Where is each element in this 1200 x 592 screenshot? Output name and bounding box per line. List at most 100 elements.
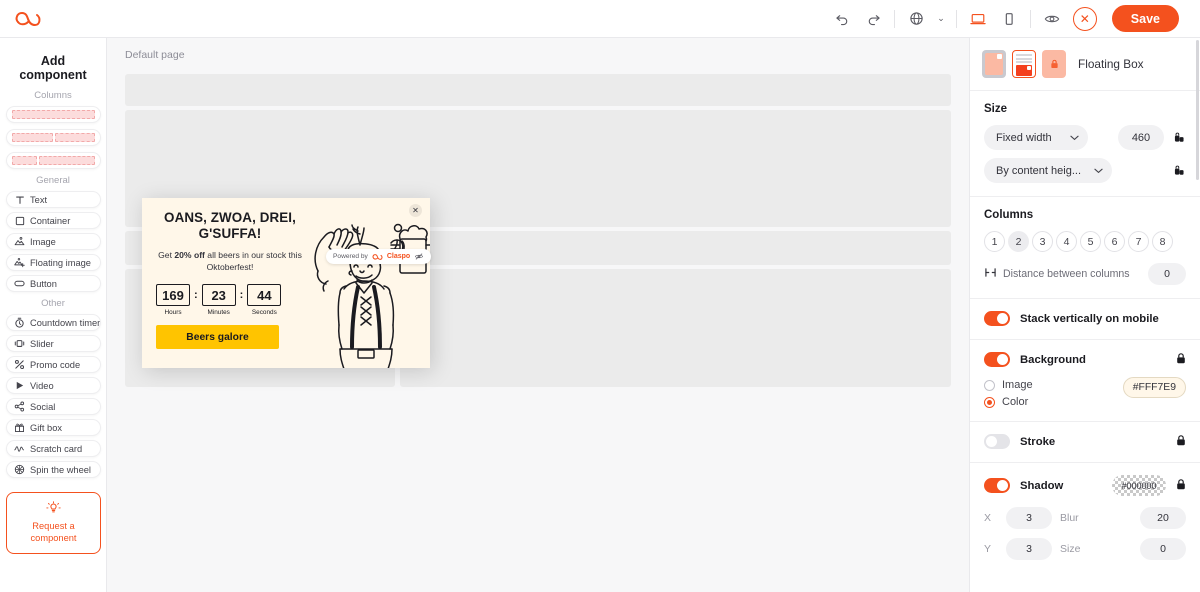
redo-button[interactable] xyxy=(861,7,885,31)
properties-title: Floating Box xyxy=(1078,57,1144,71)
columns-section: Columns 1 2 3 4 5 6 7 8 Distance between… xyxy=(970,197,1200,299)
sidebar-item-label: Scratch card xyxy=(30,443,83,454)
popup-subtext-bold: 20% off xyxy=(174,250,205,260)
column-template-2-narrow-wide[interactable] xyxy=(6,152,101,169)
columns-option-1[interactable]: 1 xyxy=(984,231,1005,252)
width-mode-select[interactable]: Fixed width xyxy=(984,125,1088,150)
device-tab-overlay[interactable] xyxy=(982,50,1006,78)
request-component-button[interactable]: Request a component xyxy=(6,492,101,554)
sidebar-item-social[interactable]: Social xyxy=(6,398,101,415)
sidebar-item-text[interactable]: Text xyxy=(6,191,101,208)
distance-columns-input[interactable]: 0 xyxy=(1148,263,1186,285)
shadow-field-label-blur: Blur xyxy=(1060,512,1079,524)
popup-heading-line1: OANS, ZWOA, DREI, xyxy=(164,210,296,225)
columns-option-4[interactable]: 4 xyxy=(1056,231,1077,252)
preview-button[interactable] xyxy=(1040,7,1064,31)
width-value-input[interactable]: 460 xyxy=(1118,125,1164,150)
countdown-label: Minutes xyxy=(207,309,230,316)
background-lock-icon[interactable] xyxy=(1176,352,1186,367)
language-button[interactable] xyxy=(904,7,928,31)
close-editor-button[interactable]: ✕ xyxy=(1072,6,1097,31)
mobile-view-button[interactable] xyxy=(997,7,1021,31)
shadow-field-input-blur[interactable]: 20 xyxy=(1140,507,1186,529)
editor-canvas[interactable]: Default page ✕ OANS, ZWOA, DREI, G'SUFFA… xyxy=(107,38,969,592)
columns-option-7[interactable]: 7 xyxy=(1128,231,1149,252)
popup-close-icon[interactable]: ✕ xyxy=(409,204,422,217)
shadow-field-label-size: Size xyxy=(1060,543,1081,555)
social-icon xyxy=(14,401,25,412)
shadow-field-input-x[interactable]: 3 xyxy=(1006,507,1052,529)
columns-option-3[interactable]: 3 xyxy=(1032,231,1053,252)
background-option-color[interactable]: Color xyxy=(984,396,1123,408)
background-radio-image[interactable] xyxy=(984,379,995,391)
canvas-block-1[interactable] xyxy=(125,74,951,106)
floating-box-popup[interactable]: ✕ OANS, ZWOA, DREI, G'SUFFA! Get 20% off… xyxy=(142,198,430,368)
columns-section-title: Columns xyxy=(984,209,1034,221)
sidebar-item-spin-the-wheel[interactable]: Spin the wheel xyxy=(6,461,101,478)
device-tab-locked[interactable] xyxy=(1042,50,1066,78)
columns-option-2[interactable]: 2 xyxy=(1008,231,1029,252)
shadow-field-input-size[interactable]: 0 xyxy=(1140,538,1186,560)
sidebar-item-video[interactable]: Video xyxy=(6,377,101,394)
sidebar-item-container[interactable]: Container xyxy=(6,212,101,229)
height-link-lock-icon[interactable] xyxy=(1172,165,1186,176)
undo-icon xyxy=(836,15,847,26)
shadow-fields: X 3 Blur 20 Y 3 Size 0 xyxy=(984,507,1186,560)
columns-option-6[interactable]: 6 xyxy=(1104,231,1125,252)
sidebar-item-countdown-timer[interactable]: Countdown timer xyxy=(6,314,101,331)
stroke-toggle[interactable] xyxy=(984,434,1010,449)
sidebar-item-label: Social xyxy=(30,401,56,412)
background-color-swatch[interactable]: #FFF7E9 xyxy=(1122,377,1186,398)
height-mode-select[interactable]: By content heig... xyxy=(984,158,1112,183)
popup-cta-button[interactable]: Beers galore xyxy=(156,325,279,349)
language-chevron-icon[interactable]: ⌄ xyxy=(935,13,947,24)
undo-button[interactable] xyxy=(830,7,854,31)
background-option-image[interactable]: Image xyxy=(984,379,1123,391)
eye-off-icon[interactable] xyxy=(414,252,424,261)
powered-by-badge[interactable]: Powered by Claspo xyxy=(326,249,432,264)
shadow-header-row: Shadow #000000 xyxy=(984,475,1186,496)
sidebar-item-floating-image[interactable]: Floating image xyxy=(6,254,101,271)
shadow-color-swatch[interactable]: #000000 xyxy=(1112,475,1166,496)
countdown-timer[interactable]: 169 Hours : 23 Minutes : 44 Seconds xyxy=(156,284,304,316)
shadow-lock-icon[interactable] xyxy=(1176,478,1186,493)
sidebar-item-gift-box[interactable]: Gift box xyxy=(6,419,101,436)
preview-group: ✕ Save xyxy=(1031,5,1188,32)
sidebar-item-promo-code[interactable]: Promo code xyxy=(6,356,101,373)
sidebar-item-slider[interactable]: Slider xyxy=(6,335,101,352)
device-tab-floating-box[interactable] xyxy=(1012,50,1036,78)
page-label: Default page xyxy=(125,49,185,61)
shadow-field-input-y[interactable]: 3 xyxy=(1006,538,1052,560)
sidebar-item-image[interactable]: Image xyxy=(6,233,101,250)
countdown-value: 169 xyxy=(156,284,190,306)
history-group xyxy=(821,7,894,31)
gift-box-icon xyxy=(14,422,25,433)
background-radio-color[interactable] xyxy=(984,396,995,408)
shadow-toggle[interactable] xyxy=(984,478,1010,493)
properties-scrollbar[interactable] xyxy=(1196,40,1199,180)
sidebar-item-button[interactable]: Button xyxy=(6,275,101,292)
device-group xyxy=(957,7,1030,31)
stroke-lock-icon[interactable] xyxy=(1176,434,1186,449)
columns-option-5[interactable]: 5 xyxy=(1080,231,1101,252)
column-template-1[interactable] xyxy=(6,106,101,123)
columns-option-8[interactable]: 8 xyxy=(1152,231,1173,252)
background-toggle[interactable] xyxy=(984,352,1010,367)
background-label: Background xyxy=(1020,353,1086,366)
countdown-timer-icon xyxy=(14,317,25,328)
powered-by-prefix: Powered by xyxy=(333,253,368,260)
column-template-2-equal[interactable] xyxy=(6,129,101,146)
eye-icon xyxy=(1044,15,1060,22)
countdown-unit-minutes: 23 Minutes xyxy=(201,284,236,316)
stack-vertically-toggle[interactable] xyxy=(984,311,1010,326)
app-logo[interactable] xyxy=(14,9,42,29)
canvas-block-col-right[interactable] xyxy=(400,269,951,387)
countdown-unit-seconds: 44 Seconds xyxy=(247,284,282,316)
sidebar-item-scratch-card[interactable]: Scratch card xyxy=(6,440,101,457)
distance-columns-label: Distance between columns xyxy=(1003,268,1130,280)
save-button[interactable]: Save xyxy=(1111,5,1179,32)
sidebar-group-label-other: Other xyxy=(41,298,65,309)
desktop-view-button[interactable] xyxy=(966,7,990,31)
background-section: Background Image Color #FFF7E9 xyxy=(970,340,1200,422)
width-link-lock-icon[interactable] xyxy=(1172,132,1186,143)
